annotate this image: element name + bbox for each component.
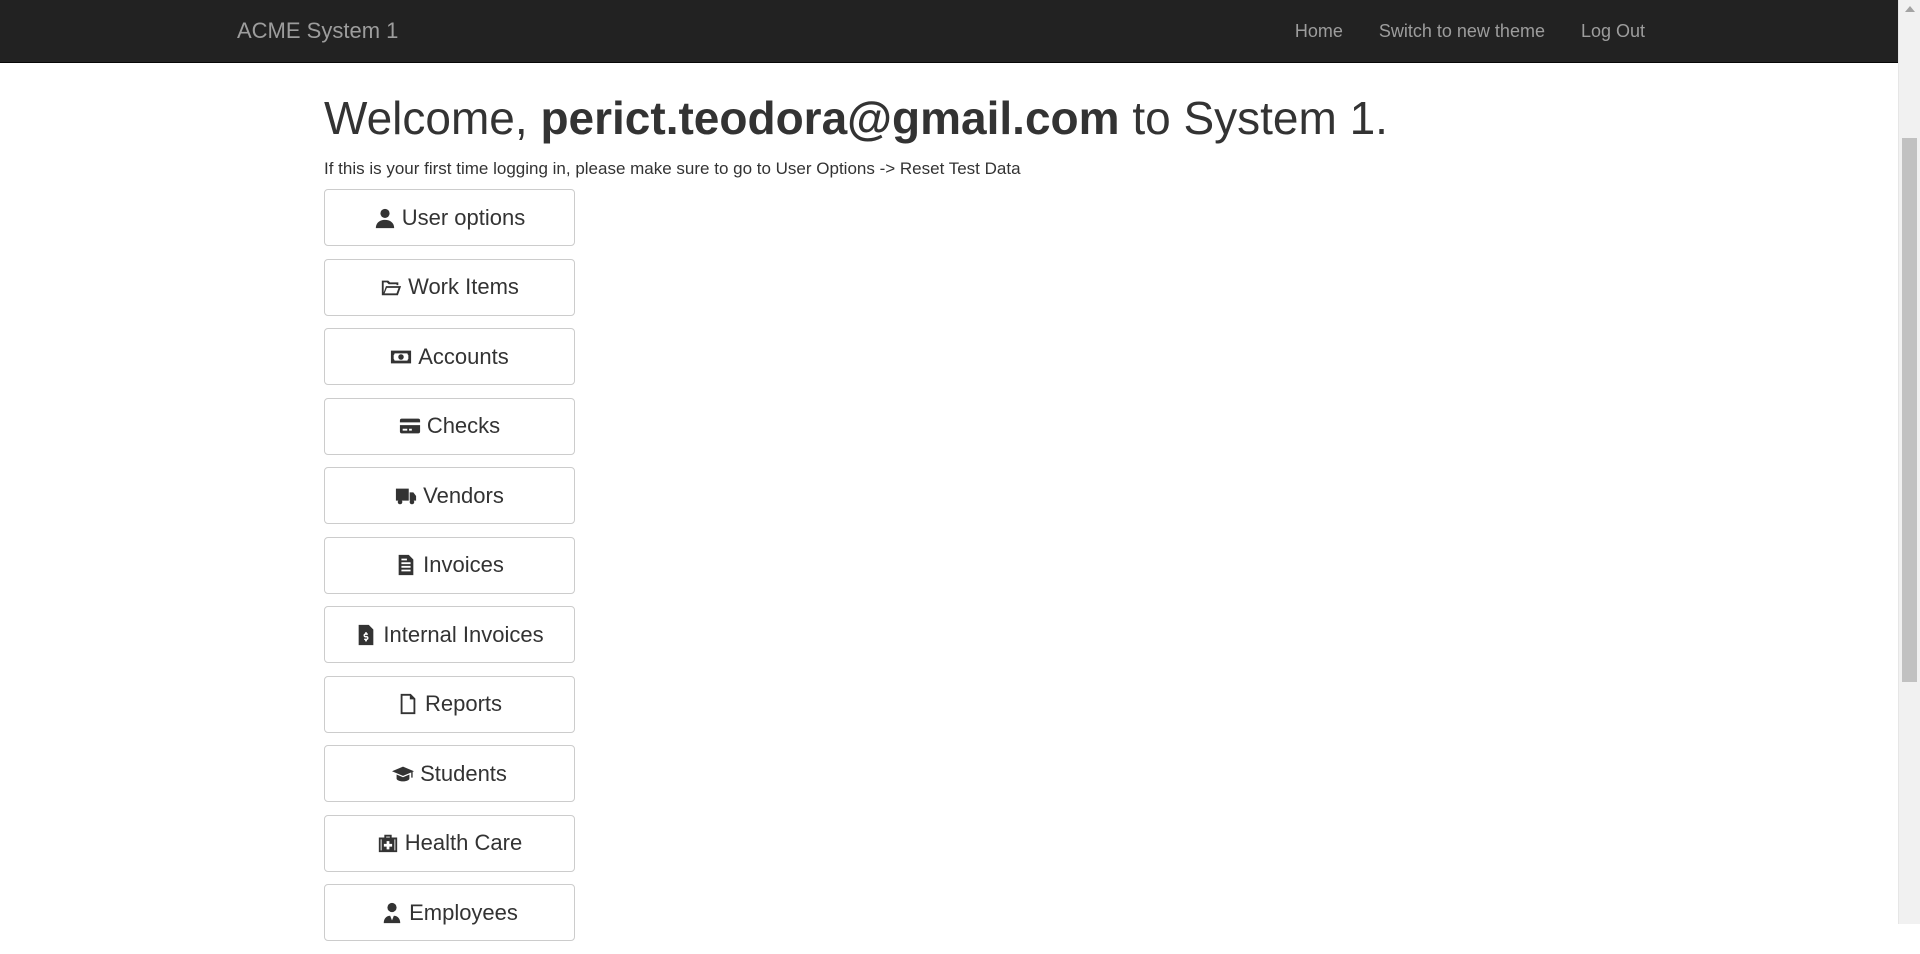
folder-open-icon xyxy=(381,280,402,296)
menu-item-label: Internal Invoices xyxy=(383,621,544,647)
menu-item-label: Accounts xyxy=(418,343,509,369)
welcome-suffix: to System 1. xyxy=(1132,92,1388,144)
file-invoice-dollar-icon xyxy=(359,624,374,645)
accounts-button[interactable]: Accounts xyxy=(324,328,575,385)
reports-button[interactable]: Reports xyxy=(324,675,575,733)
scrollbar-thumb[interactable] xyxy=(1902,138,1917,682)
students-button[interactable]: Students xyxy=(324,745,575,802)
nav-switch-theme-link[interactable]: Switch to new theme xyxy=(1361,0,1563,63)
money-bill-icon xyxy=(391,350,412,363)
health-care-button[interactable]: Health Care xyxy=(324,814,575,872)
credit-card-icon xyxy=(399,418,420,434)
file-icon xyxy=(400,693,416,715)
menu-item-label: Invoices xyxy=(423,552,504,577)
vertical-scrollbar[interactable] xyxy=(1898,0,1920,924)
vendors-button[interactable]: Vendors xyxy=(324,467,575,524)
menu-item-label: Vendors xyxy=(423,482,504,508)
menu-item-label: Reports xyxy=(424,691,503,716)
medkit-icon xyxy=(378,834,397,853)
nav-links: Home Switch to new theme Log Out xyxy=(1277,0,1663,63)
internal-invoices-button[interactable]: Internal Invoices xyxy=(324,606,575,663)
nav-home-link[interactable]: Home xyxy=(1277,0,1361,63)
menu-item-label: Employees xyxy=(409,899,518,925)
menu-item-label: User options xyxy=(401,204,526,230)
welcome-heading: Welcome, perict.teodora@gmail.com to Sys… xyxy=(324,91,1884,145)
employees-button[interactable]: Employees xyxy=(324,884,575,941)
scroll-up-arrow-icon[interactable] xyxy=(1905,6,1915,12)
main-menu: User options Work Items Accounts Checks … xyxy=(324,189,1884,941)
graduation-cap-icon xyxy=(392,766,415,781)
top-navbar: ACME System 1 Home Switch to new theme L… xyxy=(0,0,1898,63)
file-text-icon xyxy=(398,554,414,576)
menu-item-label: Health Care xyxy=(404,830,523,855)
truck-icon xyxy=(396,488,417,504)
welcome-prefix: Welcome, xyxy=(324,92,528,144)
work-items-button[interactable]: Work Items xyxy=(324,258,575,316)
first-login-hint: If this is your first time logging in, p… xyxy=(324,159,1021,178)
user-options-button[interactable]: User options xyxy=(324,189,575,246)
invoices-button[interactable]: Invoices xyxy=(324,536,575,594)
user-tie-icon xyxy=(383,902,401,923)
brand-link[interactable]: ACME System 1 xyxy=(237,19,398,43)
checks-button[interactable]: Checks xyxy=(324,397,575,455)
menu-item-label: Students xyxy=(420,760,507,786)
nav-logout-link[interactable]: Log Out xyxy=(1563,0,1663,63)
user-icon xyxy=(375,208,394,228)
welcome-email: perict.teodora@gmail.com xyxy=(540,92,1120,144)
main-content: Welcome, perict.teodora@gmail.com to Sys… xyxy=(324,63,1884,954)
menu-item-label: Work Items xyxy=(408,274,519,299)
menu-item-label: Checks xyxy=(426,413,501,438)
